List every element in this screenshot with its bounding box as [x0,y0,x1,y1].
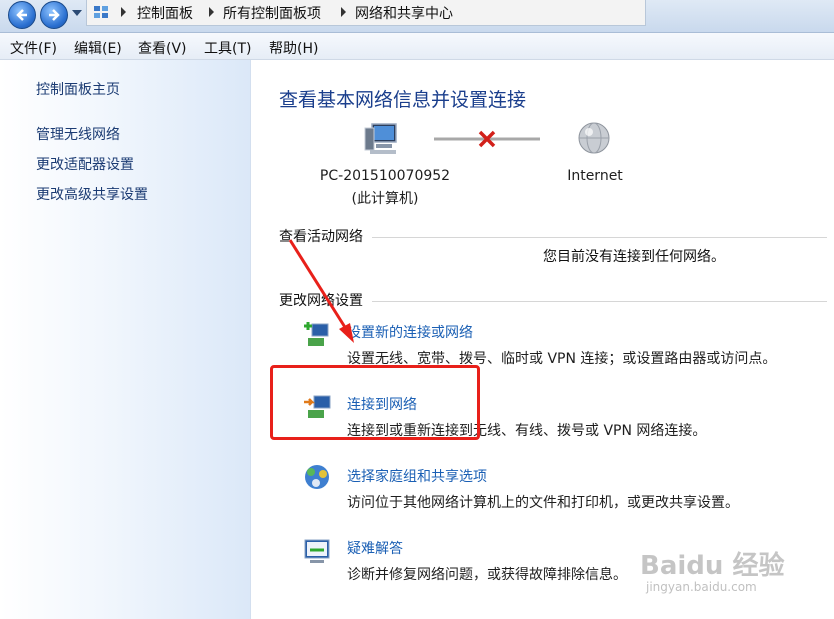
menu-help[interactable]: 帮助(H) [269,38,318,58]
sidebar-link-advanced-sharing[interactable]: 更改高级共享设置 [36,184,148,204]
active-networks-heading: 查看活动网络 [279,229,363,245]
crumb-control-panel[interactable]: 控制面板 [137,3,193,23]
homegroup-icon[interactable] [302,462,332,492]
menu-file[interactable]: 文件(F) [10,38,57,58]
page-title: 查看基本网络信息并设置连接 [279,89,527,111]
address-bar: 控制面板 所有控制面板项 网络和共享中心 [0,0,834,33]
task-homegroup-desc: 访问位于其他网络计算机上的文件和打印机，或更改共享设置。 [347,495,739,511]
crumb-all-items[interactable]: 所有控制面板项 [223,3,321,23]
breadcrumb-separator-icon [341,7,346,17]
highlight-box [270,365,480,440]
menu-view[interactable]: 查看(V) [138,38,187,58]
breadcrumb-separator-icon [121,7,126,17]
sidebar-link-adapter-settings[interactable]: 更改适配器设置 [36,154,134,174]
forward-arrow-icon [49,9,60,21]
watermark-logo: Baidu 经验 [640,551,785,581]
crumb-network-center[interactable]: 网络和共享中心 [355,3,453,23]
section-divider [372,301,827,302]
task-troubleshoot-desc: 诊断并修复网络问题，或获得故障排除信息。 [347,567,627,583]
internet-globe-icon[interactable] [577,121,611,155]
history-dropdown-icon[interactable] [72,10,82,16]
internet-label: Internet [567,168,623,184]
computer-subtitle: (此计算机) [351,191,419,207]
computer-icon[interactable] [362,120,402,158]
back-button[interactable] [8,1,36,29]
task-setup-new-connection-link[interactable]: 设置新的连接或网络 [347,322,473,342]
breadcrumb-separator-icon [209,7,214,17]
watermark-url: jingyan.baidu.com [646,580,757,594]
sidebar-link-manage-wireless[interactable]: 管理无线网络 [36,124,120,144]
menu-edit[interactable]: 编辑(E) [74,38,122,58]
broken-connection-icon[interactable] [432,126,544,152]
back-arrow-icon [16,9,27,21]
sidebar: 控制面板主页 管理无线网络 更改适配器设置 更改高级共享设置 [0,60,251,619]
section-divider [372,237,827,238]
sidebar-link-home[interactable]: 控制面板主页 [36,79,120,99]
troubleshoot-icon[interactable] [302,536,332,566]
menu-tools[interactable]: 工具(T) [204,38,251,58]
task-troubleshoot-link[interactable]: 疑难解答 [347,538,403,558]
computer-name: PC-201510070952 [319,168,451,184]
menu-bar: 文件(F) 编辑(E) 查看(V) 工具(T) 帮助(H) [0,33,834,60]
breadcrumb[interactable]: 控制面板 所有控制面板项 网络和共享中心 [86,0,646,26]
no-connection-text: 您目前没有连接到任何网络。 [543,249,725,265]
change-settings-heading: 更改网络设置 [279,293,363,309]
task-homegroup-link[interactable]: 选择家庭组和共享选项 [347,466,487,486]
control-panel-icon [94,6,108,18]
forward-button[interactable] [40,1,68,29]
new-connection-icon[interactable] [302,320,332,350]
